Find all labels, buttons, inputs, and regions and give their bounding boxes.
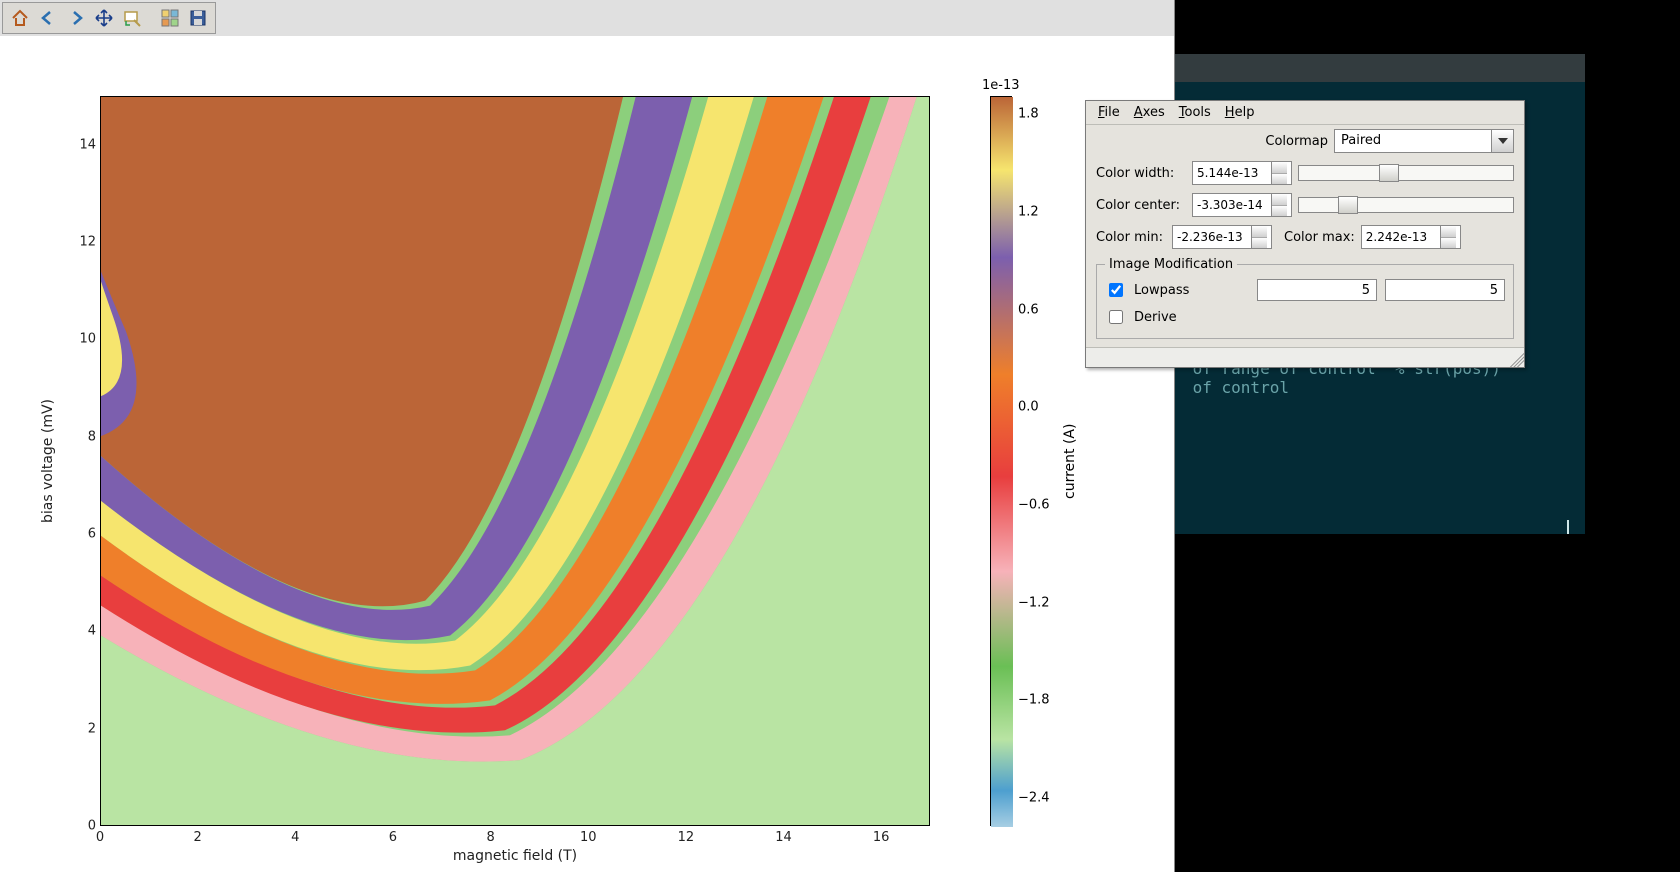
plot-controls-dialog: File Axes Tools Help Colormap Paired Col… <box>1085 100 1525 368</box>
colormap-value: Paired <box>1335 130 1491 152</box>
plot-window: 02468101214 0246810121416 magnetic field… <box>0 0 1175 872</box>
save-icon[interactable] <box>185 5 211 31</box>
lowpass-field-a[interactable] <box>1257 279 1377 301</box>
lowpass-field-b[interactable] <box>1385 279 1505 301</box>
x-axis-ticks: 0246810121416 <box>100 830 930 850</box>
color-center-input[interactable] <box>1193 194 1271 216</box>
menu-tools[interactable]: Tools <box>1173 103 1217 122</box>
color-max-spin[interactable] <box>1361 225 1461 249</box>
lowpass-label[interactable]: Lowpass <box>1134 283 1189 298</box>
plot-axes[interactable] <box>100 96 930 826</box>
x-axis-label: magnetic field (T) <box>100 848 930 864</box>
dialog-statusbar <box>1086 347 1524 367</box>
color-min-spin[interactable] <box>1172 225 1272 249</box>
color-width-spin[interactable] <box>1192 161 1292 185</box>
color-width-label: Color width: <box>1096 166 1186 181</box>
derive-checkbox[interactable] <box>1109 310 1123 324</box>
color-min-label: Color min: <box>1096 230 1166 245</box>
zoom-icon[interactable] <box>119 5 145 31</box>
color-max-input[interactable] <box>1362 226 1440 248</box>
chevron-down-icon[interactable] <box>1491 130 1513 152</box>
plot-toolbar <box>2 2 216 34</box>
y-axis-label: bias voltage (mV) <box>40 96 58 826</box>
resize-grip-icon[interactable] <box>1506 349 1524 367</box>
dialog-menubar: File Axes Tools Help <box>1086 101 1524 125</box>
colorbar-label: current (A) <box>1062 96 1080 826</box>
color-center-label: Color center: <box>1096 198 1186 213</box>
colorbar-exponent: 1e-13 <box>982 78 1020 93</box>
derive-label[interactable]: Derive <box>1134 310 1177 325</box>
image-modification-group: Image Modification Lowpass Derive <box>1096 257 1514 339</box>
subplots-icon[interactable] <box>157 5 183 31</box>
y-axis-ticks: 02468101214 <box>68 96 96 826</box>
colormap-select[interactable]: Paired <box>1334 129 1514 153</box>
colormap-label: Colormap <box>1265 134 1328 149</box>
menu-axes[interactable]: Axes <box>1128 103 1171 122</box>
color-width-slider[interactable] <box>1298 165 1514 181</box>
menu-file[interactable]: File <box>1092 103 1126 122</box>
color-max-label: Color max: <box>1284 230 1355 245</box>
color-width-input[interactable] <box>1193 162 1271 184</box>
colorbar <box>990 96 1012 826</box>
color-center-slider[interactable] <box>1298 197 1514 213</box>
figure-canvas[interactable]: 02468101214 0246810121416 magnetic field… <box>0 36 1174 872</box>
lowpass-checkbox[interactable] <box>1109 283 1123 297</box>
back-icon[interactable] <box>35 5 61 31</box>
color-min-input[interactable] <box>1173 226 1251 248</box>
menu-help[interactable]: Help <box>1219 103 1261 122</box>
pan-icon[interactable] <box>91 5 117 31</box>
forward-icon[interactable] <box>63 5 89 31</box>
color-center-spin[interactable] <box>1192 193 1292 217</box>
image-modification-legend: Image Modification <box>1105 257 1237 272</box>
home-icon[interactable] <box>7 5 33 31</box>
